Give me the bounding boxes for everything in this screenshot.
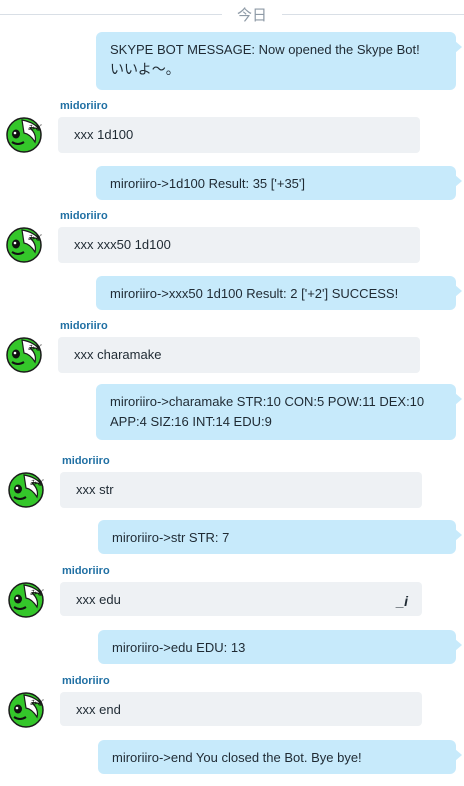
sender-name[interactable]: midoriiro [62,455,110,467]
svg-text:みど: みど [28,234,42,242]
incoming-message[interactable]: xxx charamake [58,337,420,373]
date-label: 今日 [236,7,267,24]
message-text: xxx 1d100 [74,127,134,142]
sender-name[interactable]: midoriiro [60,320,108,332]
svg-text:みど: みど [30,589,44,597]
message-text: miroriiro->end You closed the Bot. Bye b… [112,750,362,765]
outgoing-message[interactable]: SKYPE BOT MESSAGE: Now opened the Skype … [96,32,462,90]
message-text: miroriiro->xxx50 1d100 Result: 2 ['+2'] … [110,286,399,301]
avatar[interactable]: みど [4,224,44,264]
date-separator: 今日 [0,0,464,26]
message-text: xxx xxx50 1d100 [74,237,171,252]
outgoing-message[interactable]: miroriiro->edu EDU: 13 [98,630,462,664]
avatar[interactable]: みど [6,579,46,619]
outgoing-message[interactable]: miroriiro->charamake STR:10 CON:5 POW:11… [96,384,462,440]
message-text: miroriiro->charamake STR:10 CON:5 POW:11… [110,394,425,409]
message-text: APP:4 SIZ:16 INT:14 EDU:9 [110,414,272,429]
sender-name[interactable]: midoriiro [60,100,108,112]
message-text: SKYPE BOT MESSAGE: Now opened the Skype … [110,42,420,57]
sender-name[interactable]: midoriiro [62,675,110,687]
incoming-message[interactable]: xxx str [60,472,422,508]
message-text: xxx charamake [74,347,162,362]
incoming-message[interactable]: xxx xxx50 1d100 [58,227,420,263]
incoming-message[interactable]: xxx edu _i [60,582,422,616]
avatar[interactable]: みど [6,689,46,729]
svg-text:みど: みど [28,344,42,352]
separator-line-right [282,14,464,15]
avatar[interactable]: みど [6,469,46,509]
outgoing-message[interactable]: miroriiro->xxx50 1d100 Result: 2 ['+2'] … [96,276,462,310]
avatar[interactable]: みど [4,114,44,154]
svg-text:みど: みど [28,124,42,132]
outgoing-message[interactable]: miroriiro->str STR: 7 [98,520,462,554]
outgoing-message[interactable]: miroriiro->end You closed the Bot. Bye b… [98,740,462,774]
message-text: xxx str [76,482,114,497]
sender-name[interactable]: midoriiro [60,210,108,222]
separator-line-left [0,14,222,15]
message-text: miroriiro->edu EDU: 13 [112,640,246,655]
incoming-message[interactable]: xxx end [60,692,422,726]
avatar[interactable]: みど [4,334,44,374]
message-text: xxx edu [76,592,121,607]
message-text: xxx end [76,702,121,717]
svg-text:みど: みど [30,699,44,707]
outgoing-message[interactable]: miroriiro->1d100 Result: 35 ['+35'] [96,166,462,200]
message-text: miroriiro->str STR: 7 [112,530,230,545]
message-text: いいよ〜。 [110,62,180,78]
edit-cursor-icon[interactable]: _i [396,591,408,611]
incoming-message[interactable]: xxx 1d100 [58,117,420,153]
message-text: miroriiro->1d100 Result: 35 ['+35'] [110,176,306,191]
svg-text:みど: みど [30,479,44,487]
sender-name[interactable]: midoriiro [62,565,110,577]
